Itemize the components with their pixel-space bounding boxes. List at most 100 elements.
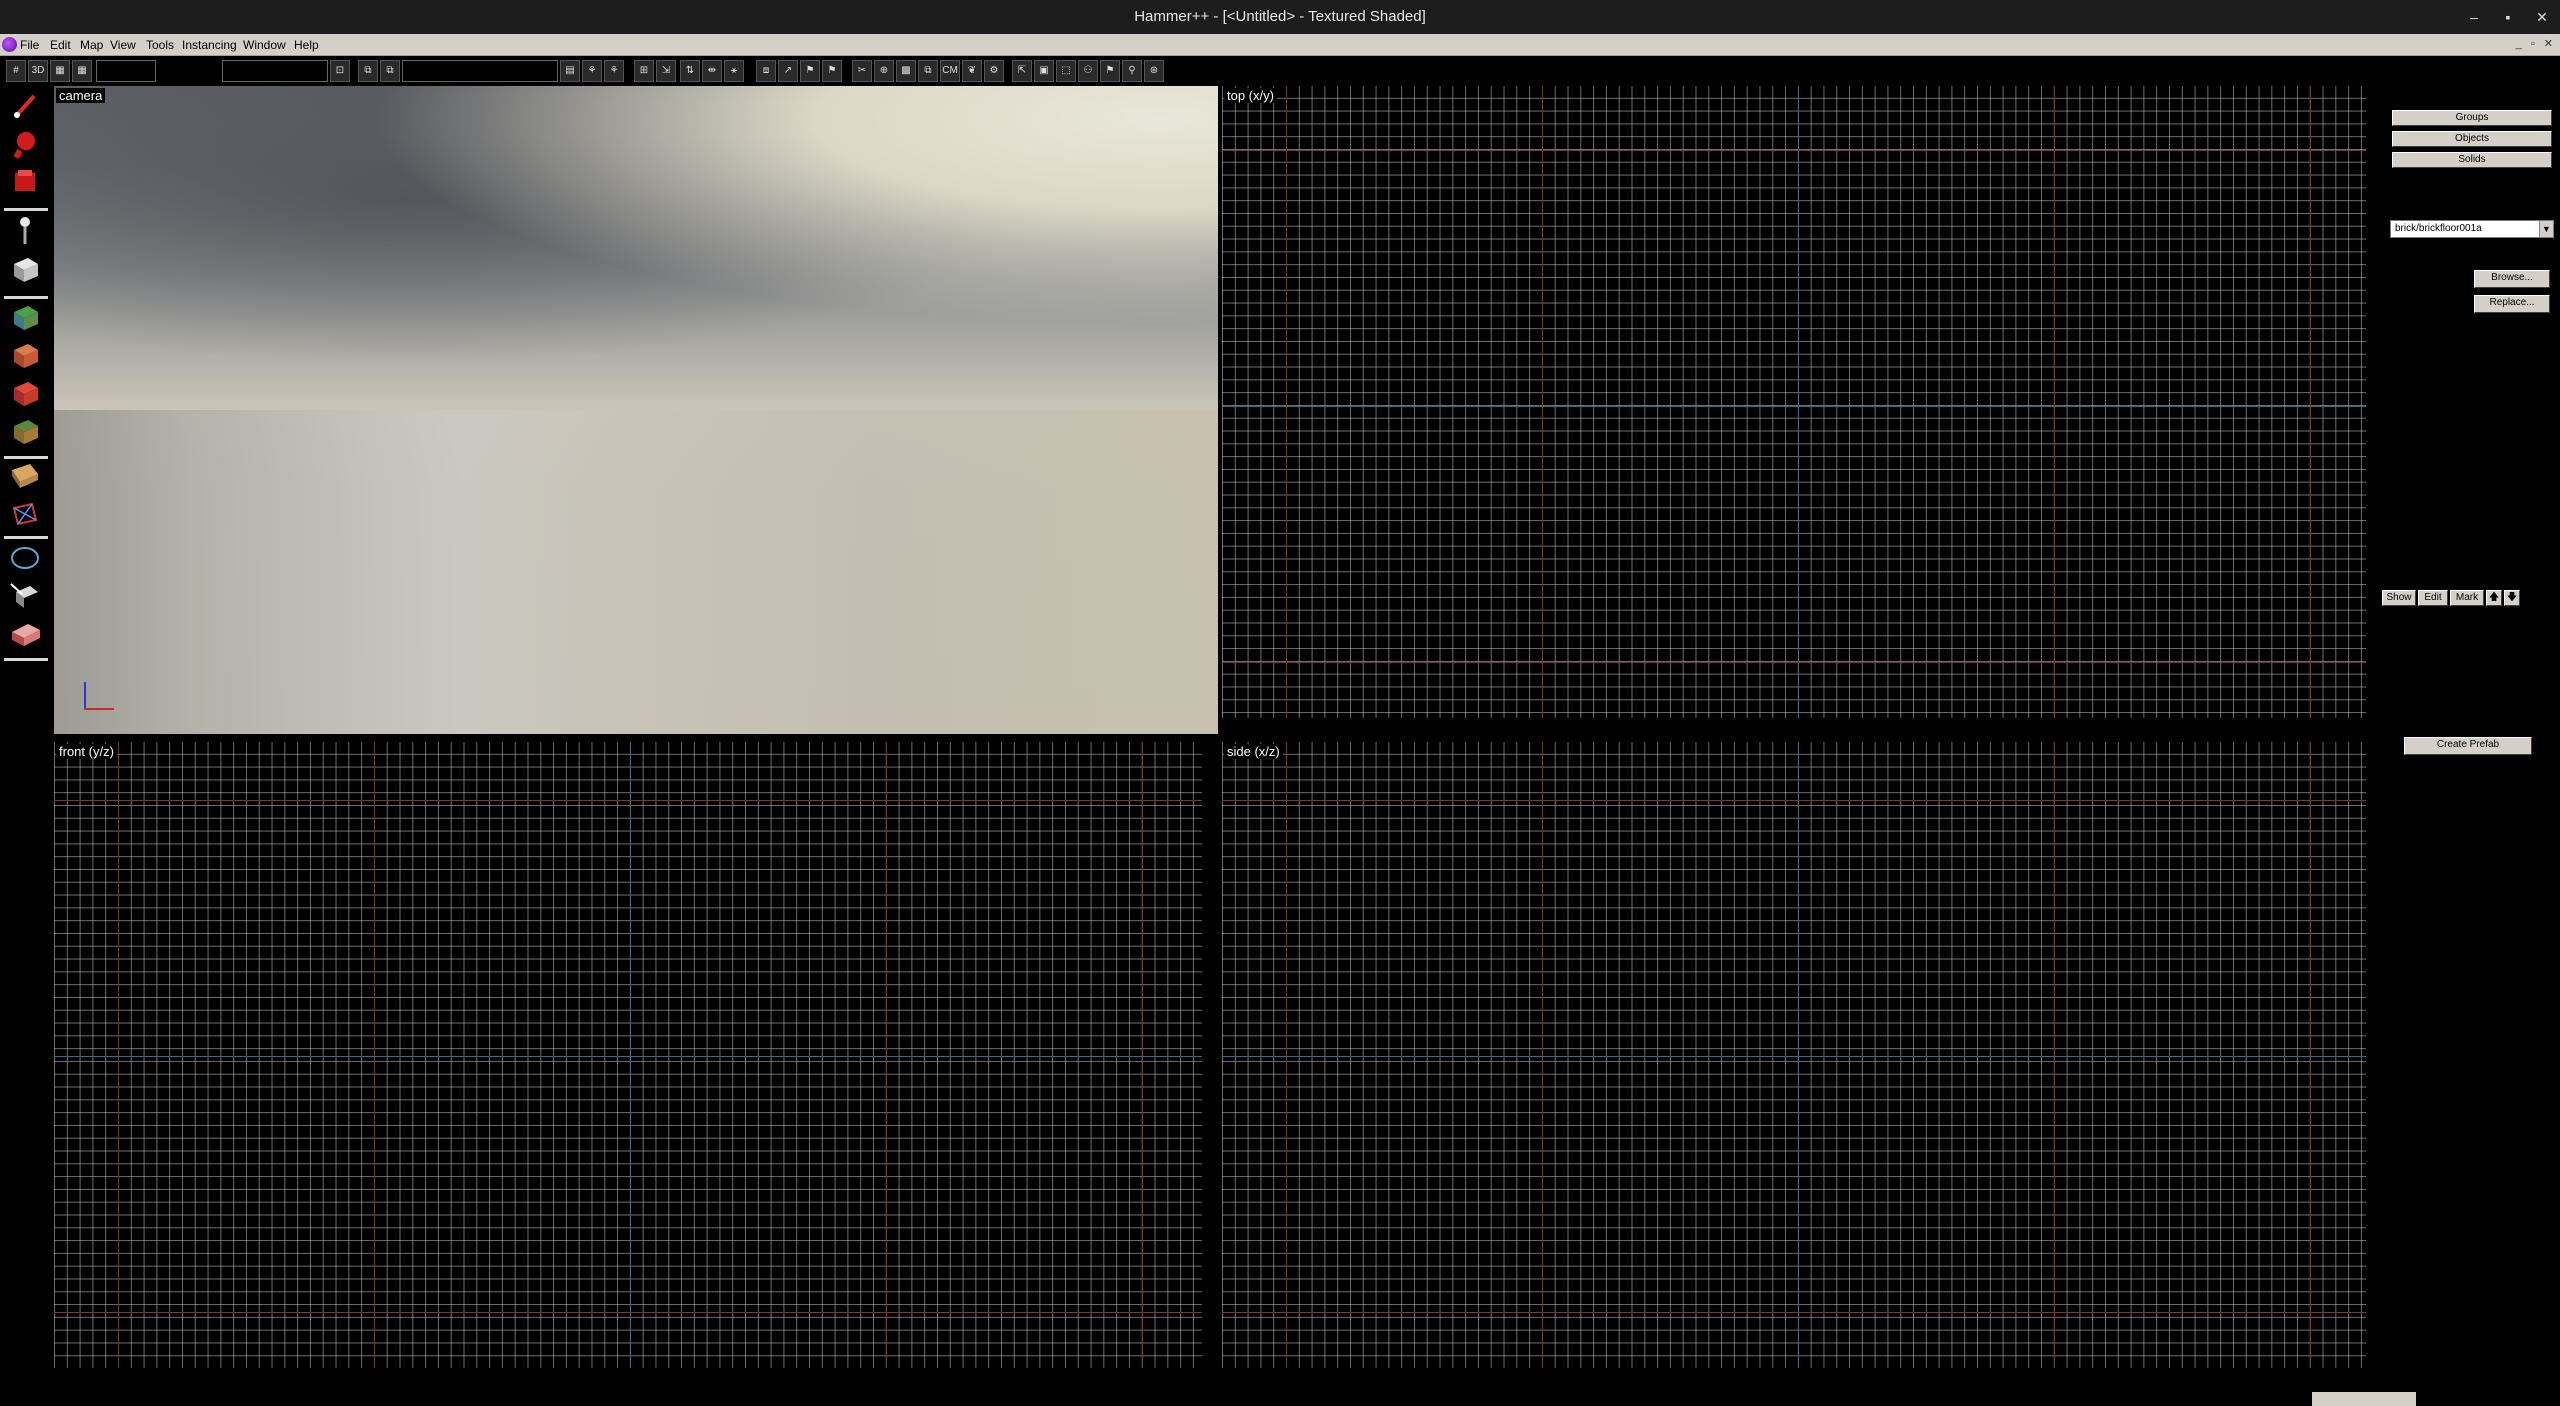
replace-button[interactable]: Replace... (2474, 295, 2550, 313)
group-icon[interactable]: ⧈ (756, 60, 776, 82)
maximize-button[interactable]: ▪ (2490, 0, 2526, 34)
menu-edit[interactable]: Edit (50, 38, 71, 52)
model-icon[interactable]: ⚑ (822, 60, 842, 82)
status-indicator (2312, 1392, 2416, 1406)
lock-icon[interactable]: ⊡ (330, 60, 350, 82)
visgroup-icon[interactable]: ⊕ (874, 60, 894, 82)
skybox-sky (54, 86, 1218, 410)
select-solids-button[interactable]: Solids (2392, 152, 2552, 168)
camera-viewport[interactable]: camera (54, 86, 1218, 734)
grid-axis-line (1222, 406, 2366, 407)
path-tool-icon[interactable] (8, 542, 42, 574)
viewport-label[interactable]: top (x/y) (1224, 88, 1277, 103)
texture-tool-icon[interactable] (8, 300, 42, 332)
displacement-tool-icon[interactable] (8, 618, 42, 650)
cordon-toggle-icon[interactable]: ⚘ (604, 60, 624, 82)
visgroup-show-button[interactable]: Show (2382, 590, 2416, 606)
mdi-controls[interactable]: _ ▫ ✕ (2516, 37, 2556, 50)
menu-tools[interactable]: Tools (146, 38, 174, 52)
front-viewport[interactable]: front (y/z) (54, 742, 1202, 1368)
ignore-groups-icon[interactable]: ⇲ (656, 60, 676, 82)
grid-major-line (374, 742, 375, 1368)
run-icon[interactable]: ⊛ (1144, 60, 1164, 82)
side-viewport[interactable]: side (x/z) (1222, 742, 2366, 1368)
block-tool-icon[interactable] (8, 252, 42, 284)
create-prefab-button[interactable]: Create Prefab (2404, 737, 2532, 755)
browse-button[interactable]: Browse... (2474, 270, 2550, 288)
vertex-icon[interactable]: ⚹ (724, 60, 744, 82)
menu-view[interactable]: View (110, 38, 136, 52)
sound-icon[interactable]: ⚇ (1078, 60, 1098, 82)
grid-size-field[interactable] (96, 60, 156, 82)
wireframe-icon[interactable]: ▩ (896, 60, 916, 82)
apply-texture-icon[interactable] (8, 338, 42, 370)
texture-browse-icon[interactable]: ⧉ (380, 60, 400, 82)
chevron-down-icon[interactable]: ▼ (2539, 221, 2553, 237)
entity-helper-icon[interactable]: ⚑ (800, 60, 820, 82)
magnify-tool-icon[interactable] (8, 128, 42, 160)
grid-axis-line (1798, 86, 1799, 718)
minimize-button[interactable]: – (2456, 0, 2492, 34)
vertex-tool-icon[interactable] (8, 498, 42, 530)
cordon-tool-icon[interactable] (8, 580, 42, 612)
viewport-label[interactable]: side (x/z) (1224, 744, 1283, 759)
close-button[interactable]: ✕ (2524, 0, 2560, 34)
grid-snap-icon[interactable]: ▦ (50, 60, 70, 82)
menu-map[interactable]: Map (80, 38, 103, 52)
texture-apply-icon[interactable]: ⧉ (358, 60, 378, 82)
leaf-icon[interactable]: ❦ (962, 60, 982, 82)
texture-lock-field[interactable] (222, 60, 328, 82)
texture-lock-icon[interactable]: ⇅ (680, 60, 700, 82)
grid-major-line (118, 742, 119, 1368)
compile-icon[interactable]: ⚙ (984, 60, 1004, 82)
selection-tool-icon[interactable] (8, 90, 42, 122)
decal-icon[interactable]: ⬚ (1056, 60, 1076, 82)
menu-file[interactable]: File (20, 38, 39, 52)
overlay-icon[interactable]: ▣ (1034, 60, 1054, 82)
cm-button[interactable]: CM (940, 60, 960, 82)
tool-separator (4, 456, 48, 459)
overlay-tool-icon[interactable] (8, 414, 42, 446)
viewport-label[interactable]: camera (56, 88, 106, 103)
cordon-icon[interactable]: ⚘ (582, 60, 602, 82)
visgroup-edit-button[interactable]: Edit (2418, 590, 2448, 606)
grid-major-line (2310, 742, 2311, 1368)
camera-tool-icon[interactable] (8, 166, 42, 198)
tool-separator (4, 536, 48, 539)
arrow-up-icon[interactable]: 🡅 (2486, 590, 2502, 606)
visgroup-mark-button[interactable]: Mark (2450, 590, 2484, 606)
select-objects-button[interactable]: Objects (2392, 131, 2552, 147)
main-toolbar: # 3D ▦ ▦ ⊡ ⧉ ⧉ ▤ ⚘ ⚘ ⊞ ⇲ ⇅ ⇹ ⚹ ⧈ ↗ ⚑ ⚑ ✂… (0, 57, 1175, 86)
grid-icon[interactable]: # (6, 60, 26, 82)
menu-help[interactable]: Help (294, 38, 319, 52)
viewport-label[interactable]: front (y/z) (56, 744, 117, 759)
tool-separator (4, 658, 48, 661)
clip-icon[interactable]: ✂ (852, 60, 872, 82)
menu-instancing[interactable]: Instancing (182, 38, 237, 52)
select-icon[interactable]: ⊞ (634, 60, 654, 82)
app-icon[interactable] (2, 37, 17, 52)
hide-icon[interactable]: ▤ (560, 60, 580, 82)
3d-grid-button[interactable]: 3D (28, 60, 48, 82)
right-panel: Groups Objects Solids brick/brickfloor00… (2370, 86, 2560, 1406)
arrow-down-icon[interactable]: 🡇 (2504, 590, 2520, 606)
window-title: Hammer++ - [<Untitled> - Textured Shaded… (1134, 8, 1426, 25)
select-groups-button[interactable]: Groups (2392, 110, 2552, 126)
path-icon[interactable]: ↗ (778, 60, 798, 82)
clipping-tool-icon[interactable] (8, 460, 42, 492)
camera-axis-x (84, 708, 114, 710)
grid-major-line (1286, 86, 1287, 718)
decal-tool-icon[interactable] (8, 376, 42, 408)
flip-icon[interactable]: ⇹ (702, 60, 722, 82)
grid-major-line (1222, 150, 2366, 151)
entity-tool-icon[interactable] (8, 214, 42, 246)
top-viewport[interactable]: top (x/y) (1222, 86, 2366, 718)
bug-icon[interactable]: ⚑ (1100, 60, 1120, 82)
grid-size-icon[interactable]: ▦ (72, 60, 92, 82)
texture-select[interactable]: brick/brickfloor001a ▼ (2390, 220, 2554, 238)
menu-window[interactable]: Window (243, 38, 286, 52)
toolbar-search-field[interactable] (402, 60, 558, 82)
portal-icon[interactable]: ⧉ (918, 60, 938, 82)
cursor-icon[interactable]: ⇱ (1012, 60, 1032, 82)
search-icon[interactable]: ⚲ (1122, 60, 1142, 82)
